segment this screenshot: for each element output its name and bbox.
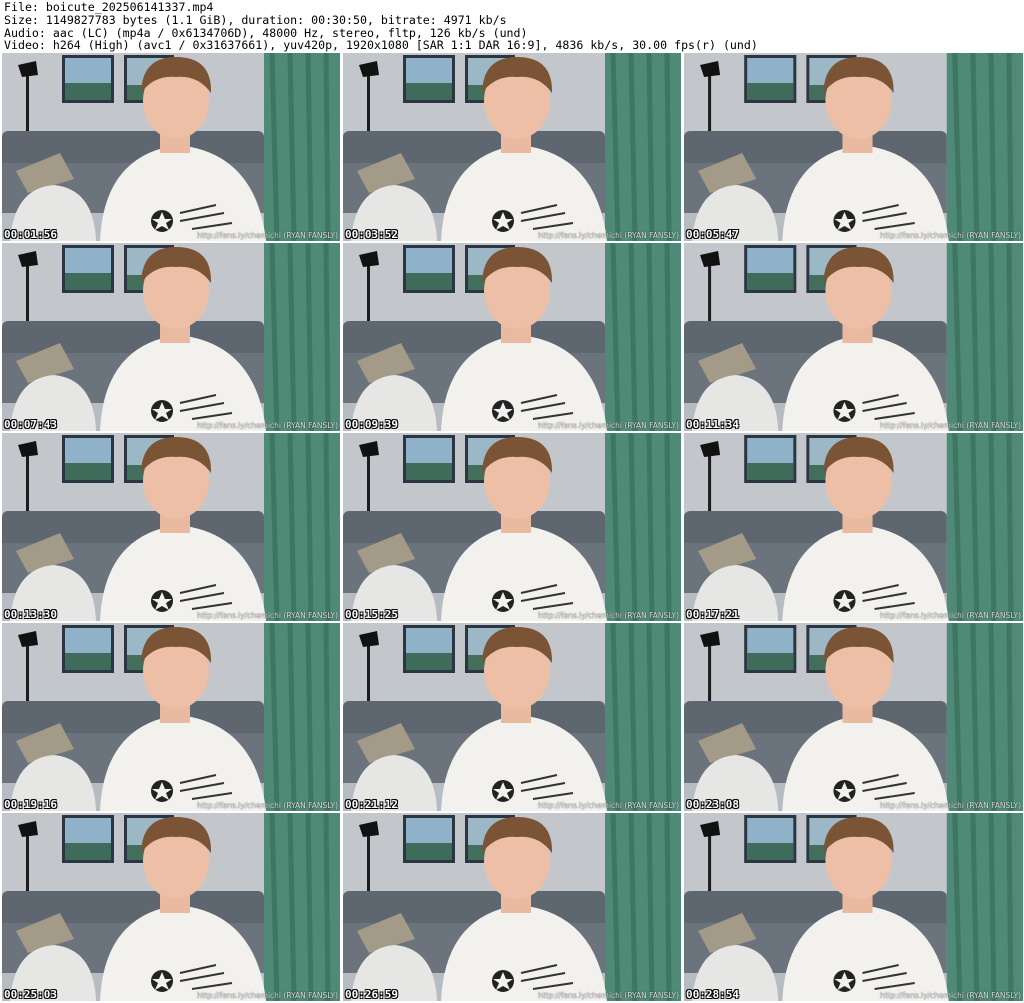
file-info-header: File: boicute_202506141337.mp4 Size: 114… [4, 1, 758, 52]
video-thumbnail: http://fans.ly/chemichi (RYAN FANSLY) 00:… [343, 53, 681, 241]
video-thumbnail: http://fans.ly/chemichi (RYAN FANSLY) 00:… [684, 623, 1023, 811]
watermark-text: http://fans.ly/chemichi (RYAN FANSLY) [879, 231, 1021, 240]
video-thumbnail: http://fans.ly/chemichi (RYAN FANSLY) 00:… [2, 243, 340, 431]
watermark-text: http://fans.ly/chemichi (RYAN FANSLY) [879, 421, 1021, 430]
video-info-line: Video: h264 (High) (avc1 / 0x31637661), … [4, 38, 758, 53]
watermark-text: http://fans.ly/chemichi (RYAN FANSLY) [196, 991, 338, 1000]
watermark-text: http://fans.ly/chemichi (RYAN FANSLY) [537, 231, 679, 240]
frame-image [2, 623, 340, 811]
frame-image [684, 243, 1023, 431]
video-thumbnail: http://fans.ly/chemichi (RYAN FANSLY) 00:… [2, 53, 340, 241]
frame-image [2, 433, 340, 621]
timestamp-label: 00:15:25 [345, 608, 398, 621]
video-thumbnail: http://fans.ly/chemichi (RYAN FANSLY) 00:… [2, 623, 340, 811]
timestamp-label: 00:01:56 [4, 228, 57, 241]
timestamp-label: 00:28:54 [686, 988, 739, 1001]
video-thumbnail: http://fans.ly/chemichi (RYAN FANSLY) 00:… [343, 813, 681, 1001]
file-name-line: File: boicute_202506141337.mp4 [4, 0, 214, 14]
file-size-line: Size: 1149827783 bytes (1.1 GiB), durati… [4, 12, 507, 27]
thumbnail-grid: http://fans.ly/chemichi (RYAN FANSLY) 00:… [2, 53, 1023, 1003]
watermark-text: http://fans.ly/chemichi (RYAN FANSLY) [196, 421, 338, 430]
video-thumbnail: http://fans.ly/chemichi (RYAN FANSLY) 00:… [343, 433, 681, 621]
watermark-text: http://fans.ly/chemichi (RYAN FANSLY) [537, 421, 679, 430]
timestamp-label: 00:19:16 [4, 798, 57, 811]
watermark-text: http://fans.ly/chemichi (RYAN FANSLY) [196, 611, 338, 620]
timestamp-label: 00:09:39 [345, 418, 398, 431]
video-thumbnail: http://fans.ly/chemichi (RYAN FANSLY) 00:… [684, 813, 1023, 1001]
video-thumbnail: http://fans.ly/chemichi (RYAN FANSLY) 00:… [684, 243, 1023, 431]
timestamp-label: 00:05:47 [686, 228, 739, 241]
frame-image [2, 243, 340, 431]
watermark-text: http://fans.ly/chemichi (RYAN FANSLY) [537, 611, 679, 620]
frame-image [2, 53, 340, 241]
frame-image [684, 433, 1023, 621]
frame-image [684, 53, 1023, 241]
video-thumbnail: http://fans.ly/chemichi (RYAN FANSLY) 00:… [684, 433, 1023, 621]
video-thumbnail: http://fans.ly/chemichi (RYAN FANSLY) 00:… [2, 813, 340, 1001]
frame-image [684, 623, 1023, 811]
timestamp-label: 00:21:12 [345, 798, 398, 811]
watermark-text: http://fans.ly/chemichi (RYAN FANSLY) [196, 801, 338, 810]
watermark-text: http://fans.ly/chemichi (RYAN FANSLY) [537, 801, 679, 810]
timestamp-label: 00:17:21 [686, 608, 739, 621]
video-thumbnail: http://fans.ly/chemichi (RYAN FANSLY) 00:… [684, 53, 1023, 241]
timestamp-label: 00:07:43 [4, 418, 57, 431]
frame-image [684, 813, 1023, 1001]
watermark-text: http://fans.ly/chemichi (RYAN FANSLY) [879, 801, 1021, 810]
timestamp-label: 00:25:03 [4, 988, 57, 1001]
timestamp-label: 00:03:52 [345, 228, 398, 241]
timestamp-label: 00:26:59 [345, 988, 398, 1001]
timestamp-label: 00:23:08 [686, 798, 739, 811]
frame-image [343, 813, 681, 1001]
frame-image [2, 813, 340, 1001]
video-thumbnail: http://fans.ly/chemichi (RYAN FANSLY) 00:… [343, 623, 681, 811]
video-thumbnail: http://fans.ly/chemichi (RYAN FANSLY) 00:… [343, 243, 681, 431]
watermark-text: http://fans.ly/chemichi (RYAN FANSLY) [879, 611, 1021, 620]
timestamp-label: 00:13:30 [4, 608, 57, 621]
watermark-text: http://fans.ly/chemichi (RYAN FANSLY) [537, 991, 679, 1000]
video-thumbnail: http://fans.ly/chemichi (RYAN FANSLY) 00:… [2, 433, 340, 621]
frame-image [343, 433, 681, 621]
frame-image [343, 243, 681, 431]
frame-image [343, 53, 681, 241]
watermark-text: http://fans.ly/chemichi (RYAN FANSLY) [196, 231, 338, 240]
watermark-text: http://fans.ly/chemichi (RYAN FANSLY) [879, 991, 1021, 1000]
frame-image [343, 623, 681, 811]
timestamp-label: 00:11:34 [686, 418, 739, 431]
